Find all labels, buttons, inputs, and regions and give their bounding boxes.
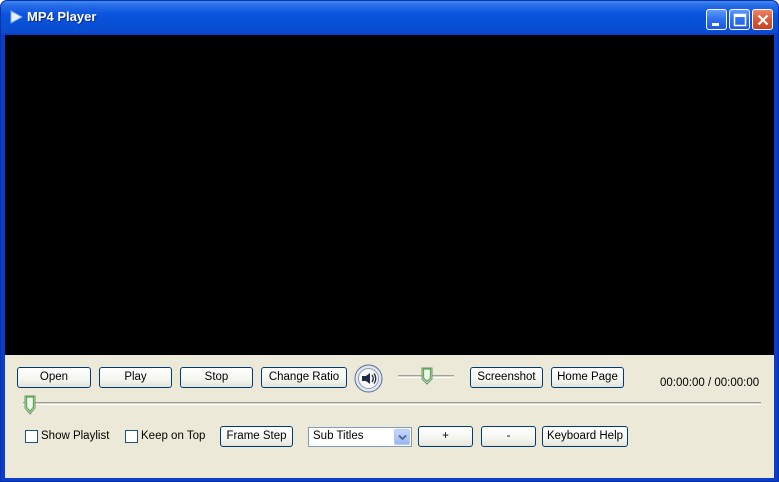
subtitles-select[interactable]: Sub Titles [308, 427, 412, 447]
show-playlist-label: Show Playlist [41, 430, 110, 442]
seek-slider-track[interactable] [23, 402, 761, 405]
subtitles-select-value: Sub Titles [313, 430, 364, 442]
app-window: MP4 Player Open Play Stop Change Ratio S… [0, 0, 779, 482]
frame-step-button[interactable]: Frame Step [220, 426, 293, 447]
subtitle-minus-button[interactable]: - [481, 426, 536, 447]
keep-on-top-checkbox[interactable] [125, 430, 138, 443]
keyboard-help-button[interactable]: Keyboard Help [542, 426, 628, 447]
maximize-button[interactable] [729, 9, 750, 30]
seek-slider-thumb[interactable] [24, 395, 36, 415]
show-playlist-checkbox[interactable] [25, 430, 38, 443]
home-page-button[interactable]: Home Page [551, 367, 624, 388]
speaker-icon[interactable] [354, 364, 383, 393]
change-ratio-button[interactable]: Change Ratio [261, 367, 347, 388]
volume-slider-thumb[interactable] [421, 367, 433, 385]
keep-on-top-label: Keep on Top [141, 430, 206, 442]
screenshot-button[interactable]: Screenshot [470, 367, 543, 388]
chevron-down-icon [398, 434, 407, 441]
time-display: 00:00:00 / 00:00:00 [660, 377, 760, 389]
close-button[interactable] [752, 9, 773, 30]
title-bar[interactable]: MP4 Player [1, 1, 778, 33]
play-button[interactable]: Play [99, 367, 172, 388]
play-app-icon [10, 10, 23, 24]
open-button[interactable]: Open [17, 367, 91, 388]
subtitle-plus-button[interactable]: + [418, 426, 473, 447]
minimize-icon [712, 23, 719, 26]
video-display[interactable] [5, 35, 774, 355]
player-panel: Open Play Stop Change Ratio Screenshot H… [5, 35, 774, 478]
close-icon [757, 14, 769, 26]
stop-button[interactable]: Stop [180, 367, 253, 388]
window-title: MP4 Player [27, 9, 97, 24]
maximize-icon [733, 13, 747, 27]
minimize-button[interactable] [706, 9, 727, 30]
dropdown-arrow[interactable] [394, 429, 410, 445]
